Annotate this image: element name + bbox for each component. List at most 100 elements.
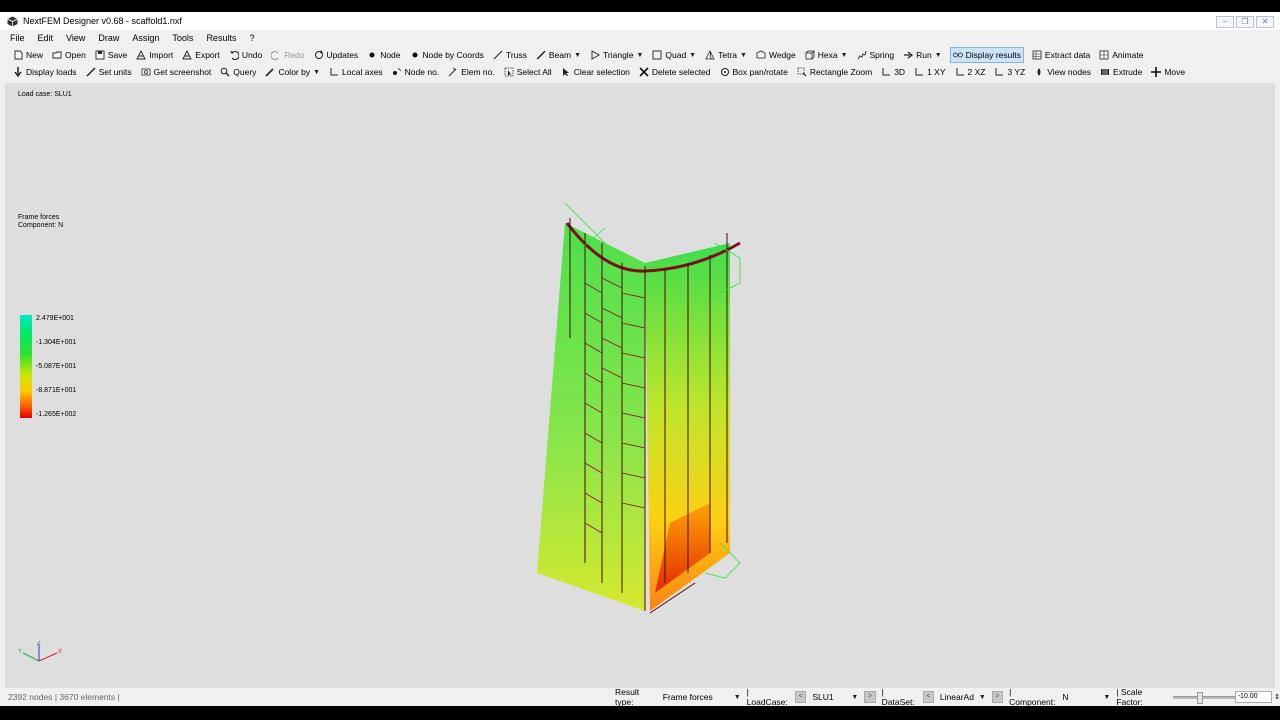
component-value: N xyxy=(1062,692,1069,702)
menu-help[interactable]: ? xyxy=(249,33,254,43)
toolbar-button-undo[interactable]: Undo xyxy=(228,48,263,62)
toolbar-button-label: Box pan/rotate xyxy=(732,67,788,77)
loadcase-select[interactable]: SLU1 ▼ xyxy=(812,692,858,702)
toolbar-button-animate[interactable]: Animate xyxy=(1098,48,1144,62)
toolbar-button-tetra[interactable]: Tetra ▼ xyxy=(704,48,748,62)
toolbar-button-box-pan-rotate[interactable]: Box pan/rotate xyxy=(719,65,789,79)
toolbar-button-color-by[interactable]: Color by ▼ xyxy=(264,65,321,79)
chevron-down-icon[interactable]: ▼ xyxy=(841,52,848,59)
axis-triad: X Y Z xyxy=(18,641,62,662)
toolbar-button-open[interactable]: Open xyxy=(51,48,87,62)
menu-view[interactable]: View xyxy=(66,33,85,43)
toolbar-button-wedge[interactable]: Wedge xyxy=(755,48,797,62)
title-bar: NextFEM Designer v0.68 - scaffold1.nxf –… xyxy=(0,12,1280,30)
toolbar-button-label: Extract data xyxy=(1044,50,1091,60)
toolbar-button-2-xz[interactable]: 2 XZ xyxy=(954,65,987,79)
toolbar-button-label: Display loads xyxy=(26,67,77,77)
spin-icon[interactable]: ⇕ xyxy=(1274,693,1280,701)
toolbar-button-label: Query xyxy=(233,67,257,77)
toolbar-button-label: Redo xyxy=(284,50,305,60)
chevron-down-icon[interactable]: ▼ xyxy=(935,52,942,59)
menu-assign[interactable]: Assign xyxy=(132,33,159,43)
prev-dataset-button[interactable]: < xyxy=(922,691,934,703)
menu-bar: File Edit View Draw Assign Tools Results… xyxy=(0,30,1280,45)
toolbar-button-clear-selection[interactable]: Clear selection xyxy=(560,65,631,79)
toolbar-button-new[interactable]: New xyxy=(12,48,44,62)
chevron-down-icon[interactable]: ▼ xyxy=(574,52,581,59)
menu-edit[interactable]: Edit xyxy=(38,33,54,43)
toolbar-button-label: Quad xyxy=(665,50,687,60)
select-all-icon xyxy=(504,67,514,77)
chevron-down-icon[interactable]: ▼ xyxy=(313,69,320,76)
toolbar-button-truss[interactable]: Truss xyxy=(492,48,528,62)
next-dataset-button[interactable]: > xyxy=(991,691,1004,703)
model-viewport[interactable]: Load case: SLU1 Frame forces Component: … xyxy=(5,83,1275,699)
scale-factor-slider[interactable] xyxy=(1173,692,1236,704)
toolbar-button-node-no[interactable]: Node no. xyxy=(391,65,441,79)
toolbar-button-1-xy[interactable]: 1 XY xyxy=(913,65,946,79)
toolbar-button-beam[interactable]: Beam ▼ xyxy=(535,48,582,62)
toolbar-button-export[interactable]: Export xyxy=(181,48,221,62)
toolbar-button-extrude[interactable]: Extrude xyxy=(1099,65,1143,79)
toolbar-button-move[interactable]: Move xyxy=(1150,65,1186,79)
toolbar-button-triangle[interactable]: Triangle ▼ xyxy=(589,48,644,62)
toolbar-button-updates[interactable]: Updates xyxy=(313,48,360,62)
toolbar-button-label: 3D xyxy=(894,67,906,77)
toolbar-button-label: Undo xyxy=(241,50,263,60)
toolbar-button-view-nodes[interactable]: View nodes xyxy=(1033,65,1092,79)
chevron-down-icon[interactable]: ▼ xyxy=(740,52,747,59)
node-number-icon xyxy=(392,67,402,77)
pencil-icon xyxy=(265,67,275,77)
toolbar-button-set-units[interactable]: Set units xyxy=(85,65,133,79)
component-select[interactable]: N ▼ xyxy=(1062,692,1110,702)
slider-thumb[interactable] xyxy=(1197,692,1204,704)
dataset-select[interactable]: LinearAd ▼ xyxy=(940,692,986,702)
toolbar-button-label: Select All xyxy=(516,67,552,77)
menu-file[interactable]: File xyxy=(10,33,25,43)
toolbar-button-3-yz[interactable]: 3 YZ xyxy=(993,65,1026,79)
element-count: 3670 elements xyxy=(59,692,116,702)
node-icon xyxy=(367,50,377,60)
result-type-select[interactable]: Frame forces ▼ xyxy=(663,692,741,702)
toolbar-button-rectangle-zoom[interactable]: Rectangle Zoom xyxy=(796,65,873,79)
toolbar-button-elem-no[interactable]: Elem no. xyxy=(447,65,496,79)
close-button[interactable]: ✕ xyxy=(1256,16,1274,28)
menu-results[interactable]: Results xyxy=(206,33,236,43)
toolbar-button-label: Local axes xyxy=(342,67,383,77)
window-title: NextFEM Designer v0.68 - scaffold1.nxf xyxy=(23,16,182,26)
toolbar-button-extract-data[interactable]: Extract data xyxy=(1031,48,1091,62)
toolbar-button-quad[interactable]: Quad ▼ xyxy=(651,48,697,62)
toolbar-button-node[interactable]: Node xyxy=(366,48,401,62)
toolbar-button-label: Updates xyxy=(326,50,359,60)
toolbar-button-label: Run xyxy=(916,50,932,60)
prev-loadcase-button[interactable]: < xyxy=(795,691,807,703)
toolbar-button-hexa[interactable]: Hexa ▼ xyxy=(804,48,849,62)
toolbar-button-query[interactable]: Query xyxy=(219,65,257,79)
toolbar-button-node-by-coords[interactable]: Node by Coords xyxy=(409,48,485,62)
next-loadcase-button[interactable]: > xyxy=(864,691,876,703)
toolbar-button-redo[interactable]: Redo xyxy=(270,48,305,62)
toolbar-button-save[interactable]: Save xyxy=(94,48,128,62)
toolbar-button-3d[interactable]: 3D xyxy=(880,65,906,79)
menu-draw[interactable]: Draw xyxy=(98,33,119,43)
toolbar-button-display-results[interactable]: Display results xyxy=(949,47,1024,63)
restore-button[interactable]: ❐ xyxy=(1236,16,1254,28)
toolbar-button-spring[interactable]: Spring xyxy=(856,48,896,62)
hexa-icon xyxy=(805,50,815,60)
menu-tools[interactable]: Tools xyxy=(172,33,193,43)
toolbar-button-run[interactable]: Run ▼ xyxy=(902,48,943,62)
chevron-down-icon[interactable]: ▼ xyxy=(636,52,643,59)
minimize-button[interactable]: – xyxy=(1216,16,1234,28)
scale-factor-input[interactable]: -10.00 xyxy=(1234,691,1273,703)
export-icon xyxy=(182,49,193,60)
toolbar-button-local-axes[interactable]: Local axes xyxy=(328,65,384,79)
toolbar-button-delete-selected[interactable]: Delete selected xyxy=(638,65,712,79)
toolbar-button-select-all[interactable]: Select All xyxy=(503,65,553,79)
toolbar-button-label: Tetra xyxy=(718,50,738,60)
status-bar: 2392 nodes | 3670 elements | Result type… xyxy=(0,687,1280,707)
toolbar-button-display-loads[interactable]: Display loads xyxy=(12,65,78,79)
toolbar-button-get-screenshot[interactable]: Get screenshot xyxy=(140,65,213,79)
cursor-icon xyxy=(561,67,571,77)
toolbar-button-import[interactable]: Import xyxy=(135,48,174,62)
chevron-down-icon[interactable]: ▼ xyxy=(689,52,696,59)
